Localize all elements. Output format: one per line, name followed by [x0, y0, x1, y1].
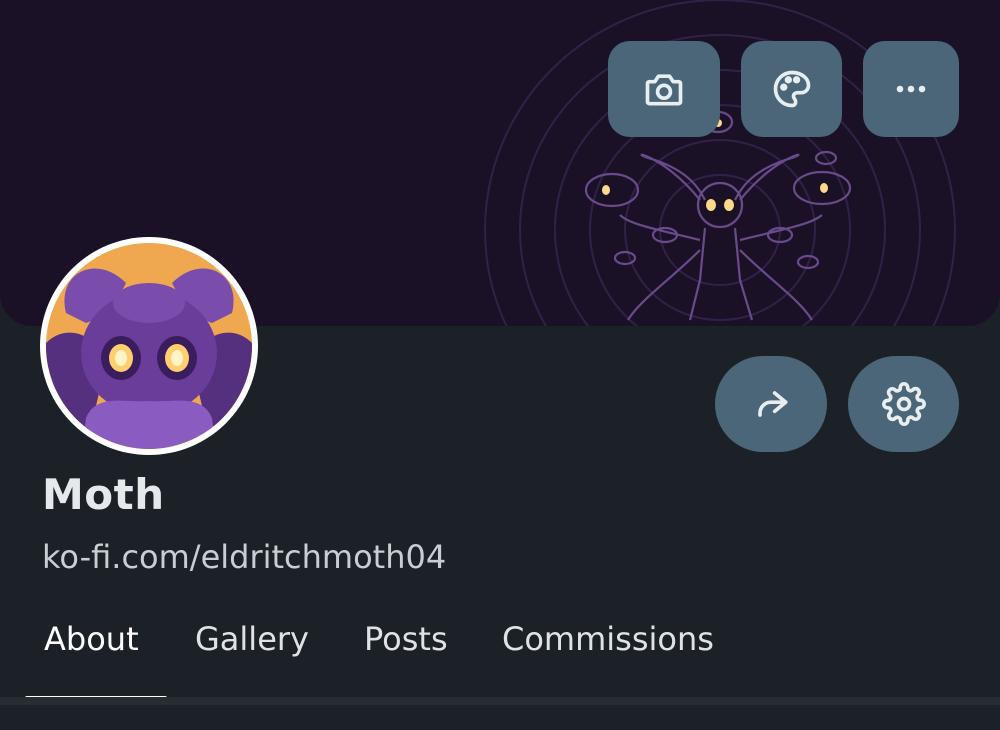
- share-button[interactable]: [715, 356, 827, 452]
- tab-gallery[interactable]: Gallery: [195, 620, 309, 658]
- avatar-image: [46, 243, 252, 449]
- profile-tabs: About Gallery Posts Commissions: [0, 600, 1000, 705]
- settings-button[interactable]: [848, 356, 959, 452]
- tabs-divider: [0, 697, 1000, 705]
- profile-url[interactable]: ko-fi.com/eldritchmoth04: [42, 538, 446, 576]
- more-options-button[interactable]: [863, 41, 959, 137]
- gear-icon: [881, 382, 926, 426]
- profile-name: Moth: [42, 470, 165, 519]
- tab-commissions[interactable]: Commissions: [502, 620, 714, 658]
- more-icon: [896, 85, 926, 93]
- tab-posts[interactable]: Posts: [364, 620, 448, 658]
- avatar[interactable]: [40, 237, 258, 455]
- camera-button[interactable]: [608, 41, 720, 137]
- palette-icon: [773, 70, 810, 108]
- tab-about[interactable]: About: [44, 620, 139, 658]
- theme-button[interactable]: [741, 41, 842, 137]
- camera-icon: [645, 74, 683, 106]
- share-icon: [758, 391, 788, 417]
